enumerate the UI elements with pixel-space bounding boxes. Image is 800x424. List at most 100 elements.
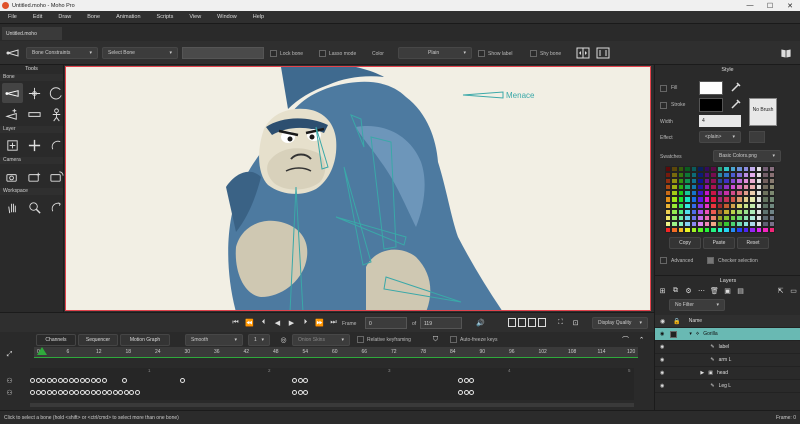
- bone-color-dropdown[interactable]: Plain ▾: [398, 47, 472, 59]
- previous-keyframe-icon[interactable]: ⏪: [244, 317, 255, 328]
- reset-button[interactable]: Reset: [737, 237, 769, 249]
- group-layer-icon[interactable]: ▣: [722, 285, 733, 296]
- shield-icon[interactable]: ⛉: [430, 334, 441, 345]
- hand-pan-tool-icon[interactable]: [2, 197, 23, 217]
- timeline-scrollbar[interactable]: [30, 403, 634, 407]
- eyedropper-icon[interactable]: [731, 99, 741, 109]
- set-origin-tool-icon[interactable]: [24, 135, 45, 155]
- volume-icon[interactable]: 🔊: [475, 317, 486, 328]
- lock-bone-checkbox[interactable]: [270, 50, 277, 57]
- fit-view-icon[interactable]: ⛶: [555, 317, 566, 328]
- fill-checkbox[interactable]: [660, 85, 667, 92]
- current-frame-input[interactable]: 0: [365, 317, 407, 329]
- more-options-icon[interactable]: ⋯: [696, 285, 707, 296]
- menu-help[interactable]: Help: [245, 14, 272, 20]
- menu-animation[interactable]: Animation: [108, 14, 148, 20]
- book-icon[interactable]: [780, 47, 792, 59]
- menu-scripts[interactable]: Scripts: [149, 14, 182, 20]
- frame-ruler[interactable]: 0 6 12 18 24 30 36 42 48 54 60 66 72 78 84 90 96 102 108 11…: [34, 347, 638, 357]
- keyframe-group[interactable]: [180, 378, 186, 385]
- show-label-checkbox[interactable]: [478, 50, 485, 57]
- layer-comp-icon[interactable]: ▤: [735, 285, 746, 296]
- menu-file[interactable]: File: [0, 14, 25, 20]
- delete-layer-icon[interactable]: 🗑: [709, 285, 720, 296]
- close-button[interactable]: ✕: [780, 2, 800, 10]
- keyframe-group[interactable]: [30, 378, 107, 385]
- next-keyframe-icon[interactable]: ⏩: [314, 317, 325, 328]
- expand-timeline-icon[interactable]: ⤢: [4, 349, 15, 360]
- canvas[interactable]: Menace: [65, 66, 651, 311]
- layer-settings-icon[interactable]: ⚙: [683, 285, 694, 296]
- stroke-color-swatch[interactable]: [699, 98, 723, 112]
- tab-sequencer[interactable]: Sequencer: [78, 334, 118, 346]
- flip-vertical-icon[interactable]: [596, 47, 610, 59]
- transform-layer-tool-icon[interactable]: [2, 135, 23, 155]
- keyframe-group[interactable]: [458, 390, 475, 397]
- last-frame-icon[interactable]: ⏭: [328, 317, 339, 328]
- playhead-marker[interactable]: [37, 347, 47, 355]
- keyframe-group[interactable]: [122, 378, 128, 385]
- new-layer-icon[interactable]: ⊞: [657, 285, 668, 296]
- select-bone-tool-icon[interactable]: [2, 83, 23, 103]
- first-frame-icon[interactable]: ⏮: [230, 317, 241, 328]
- bone-constraints-dropdown[interactable]: Bone Constraints ▾: [26, 47, 98, 59]
- add-bone-tool-icon[interactable]: [2, 104, 23, 124]
- menu-edit[interactable]: Edit: [25, 14, 50, 20]
- menu-window[interactable]: Window: [209, 14, 245, 20]
- no-brush-button[interactable]: No Brush: [749, 98, 777, 126]
- total-frames-input[interactable]: 119: [420, 317, 462, 329]
- step-back-icon[interactable]: ⏴: [258, 317, 269, 328]
- camera-zoom-tool-icon[interactable]: [24, 166, 45, 186]
- split-view-icon[interactable]: [518, 318, 526, 327]
- copy-button[interactable]: Copy: [669, 237, 701, 249]
- display-quality-dropdown[interactable]: Display Quality ▾: [592, 317, 648, 329]
- layer-row-leg-l[interactable]: ◉ ✎ Leg L: [655, 380, 800, 393]
- visibility-icon[interactable]: ◉: [660, 370, 664, 376]
- select-bone-dropdown[interactable]: Select Bone ▾: [102, 47, 178, 59]
- duplicate-layer-icon[interactable]: ⧉: [670, 285, 681, 296]
- fill-color-swatch[interactable]: [699, 81, 723, 95]
- bind-layer-tool-icon[interactable]: [24, 104, 45, 124]
- visibility-icon[interactable]: ◉: [660, 383, 664, 389]
- reset-view-icon[interactable]: ⊡: [570, 317, 581, 328]
- layer-row-head[interactable]: ◉ ▶ ▣ head: [655, 367, 800, 380]
- play-reverse-icon[interactable]: ◀: [272, 317, 283, 328]
- translate-bone-tool-icon[interactable]: [24, 83, 45, 103]
- camera-track-tool-icon[interactable]: [2, 166, 23, 186]
- layer-checkbox[interactable]: [670, 330, 678, 338]
- menu-view[interactable]: View: [181, 14, 209, 20]
- zoom-tool-icon[interactable]: [24, 197, 45, 217]
- onion-skin-icon[interactable]: ◎: [278, 334, 289, 345]
- quad-view-icon[interactable]: [528, 318, 536, 327]
- export-layer-icon[interactable]: ⇱: [775, 285, 786, 296]
- visibility-icon[interactable]: ◉: [660, 331, 664, 337]
- menu-bone[interactable]: Bone: [79, 14, 108, 20]
- minimize-button[interactable]: —: [740, 2, 760, 10]
- paste-button[interactable]: Paste: [703, 237, 735, 249]
- stroke-checkbox[interactable]: [660, 102, 667, 109]
- keyframe-group[interactable]: [292, 390, 309, 397]
- maximize-button[interactable]: ☐: [760, 2, 780, 10]
- expand-arrow-icon[interactable]: ▶: [700, 370, 704, 376]
- collapse-timeline-icon[interactable]: ⌃: [636, 334, 647, 345]
- tab-channels[interactable]: Channels: [36, 334, 76, 346]
- keyframe-group[interactable]: [30, 390, 140, 397]
- keyframe-group[interactable]: [292, 378, 309, 385]
- graph-mode-icon[interactable]: ⌒: [620, 334, 631, 345]
- visibility-icon[interactable]: ◉: [660, 344, 664, 350]
- expand-arrow-icon[interactable]: ▾: [689, 331, 692, 337]
- eyedropper-icon[interactable]: [731, 82, 741, 92]
- color-swatch[interactable]: [768, 226, 775, 233]
- step-forward-icon[interactable]: ⏵: [300, 317, 311, 328]
- advanced-checkbox[interactable]: [660, 257, 667, 264]
- document-tab[interactable]: Untitled.moho: [2, 27, 62, 40]
- visibility-icon[interactable]: ◉: [660, 357, 664, 363]
- flip-horizontal-icon[interactable]: [576, 47, 590, 59]
- lasso-mode-checkbox[interactable]: [319, 50, 326, 57]
- effect-settings-button[interactable]: [749, 131, 765, 143]
- effect-dropdown[interactable]: <plain> ▾: [699, 131, 741, 143]
- shy-bone-checkbox[interactable]: [530, 50, 537, 57]
- layer-row-gorilla[interactable]: ◉ ▾ ⟡ Gorilla: [655, 328, 800, 341]
- keyframe-group[interactable]: [458, 378, 475, 385]
- relative-keyframing-checkbox[interactable]: [357, 336, 364, 343]
